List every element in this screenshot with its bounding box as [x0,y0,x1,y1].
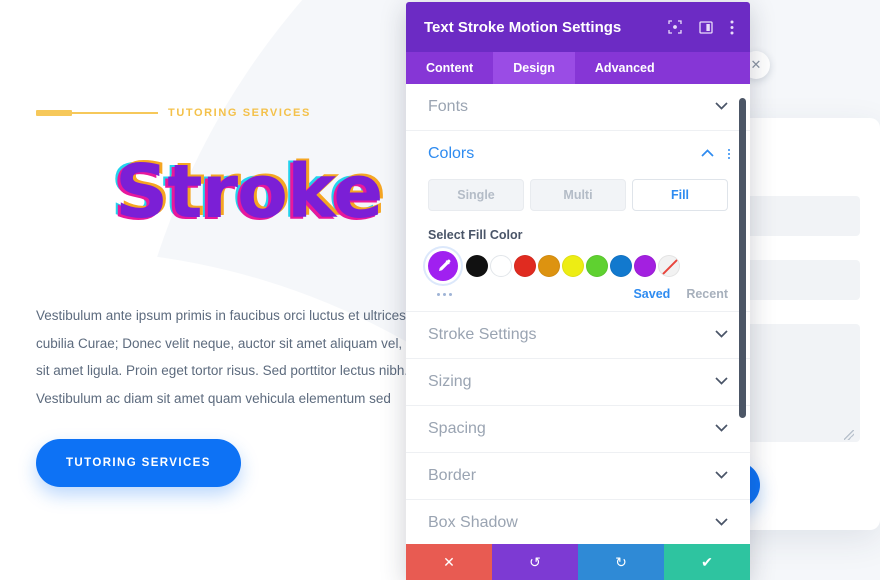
more-colors-icon[interactable] [428,292,452,296]
color-mode-toggle: Single Multi Fill [428,179,728,211]
cancel-button[interactable]: ✕ [406,544,492,580]
section-sizing[interactable]: Sizing [406,359,750,406]
eyebrow-bar-icon [36,110,72,116]
check-icon: ✔ [701,553,713,570]
paragraph-line: Vestibulum ac diam sit amet quam vehicul… [36,391,391,407]
swatch-orange[interactable] [538,255,560,277]
paragraph-line: Vestibulum ante ipsum primis in faucibus… [36,308,459,323]
modal-body: Fonts Colors Single Multi Fill Select Fi… [406,84,750,544]
chevron-down-icon [715,329,728,341]
swatch-blue[interactable] [610,255,632,277]
section-border[interactable]: Border [406,453,750,500]
section-spacing-label: Spacing [428,420,486,437]
more-vertical-icon[interactable] [730,20,734,35]
eyebrow-label: TUTORING SERVICES [168,107,311,119]
swatch-green[interactable] [586,255,608,277]
chevron-down-icon [715,376,728,388]
paragraph-line: sit amet ligula. Proin eget tortor risus… [36,363,409,379]
section-box-shadow[interactable]: Box Shadow [406,500,750,544]
page-title: Stroke Stroke Stroke Stroke [36,147,456,268]
page-title-layer-purple: Stroke [115,149,383,235]
color-mode-single[interactable]: Single [428,179,524,211]
close-icon: ✕ [443,553,455,570]
swatch-links: Saved Recent [633,287,728,301]
color-swatch-row [428,251,728,281]
settings-modal: Text Stroke Motion Settings Content Desi… [406,2,750,580]
chevron-down-icon [715,517,728,529]
tutoring-services-button[interactable]: TUTORING SERVICES [36,438,241,487]
page-content-left: TUTORING SERVICES Stroke Stroke Stroke S… [36,100,477,487]
modal-header-icons [668,20,734,35]
swatch-footer: Saved Recent [428,287,728,301]
fullscreen-icon[interactable] [668,20,682,34]
modal-header: Text Stroke Motion Settings [406,2,750,52]
chevron-down-icon [715,101,728,113]
paragraph-line: cubilia Curae; Donec velit neque, auctor… [36,335,477,351]
swatch-red[interactable] [514,255,536,277]
section-fonts[interactable]: Fonts [406,84,750,131]
eyebrow: TUTORING SERVICES [36,100,456,126]
colors-more-options-icon[interactable] [728,149,730,159]
chevron-down-icon [715,470,728,482]
section-fonts-label: Fonts [428,98,469,115]
layout-split-icon[interactable] [699,20,713,34]
swatch-black[interactable] [466,255,488,277]
tab-advanced[interactable]: Advanced [575,52,675,84]
modal-tabs: Content Design Advanced [406,52,750,84]
redo-button[interactable]: ↻ [578,544,664,580]
screen: TUTORING SERVICES Stroke Stroke Stroke S… [0,0,880,580]
chevron-down-icon [715,423,728,435]
chevron-up-icon[interactable] [701,148,714,160]
modal-footer: ✕ ↺ ↻ ✔ [406,544,750,580]
section-stroke-settings[interactable]: Stroke Settings [406,312,750,359]
tab-design[interactable]: Design [493,52,575,84]
close-icon-glyph: ✕ [750,57,762,72]
section-spacing[interactable]: Spacing [406,406,750,453]
undo-button[interactable]: ↺ [492,544,578,580]
color-mode-fill[interactable]: Fill [632,179,728,211]
swatch-none[interactable] [658,255,680,277]
section-border-label: Border [428,467,477,484]
section-sizing-label: Sizing [428,373,472,390]
modal-scrollbar[interactable] [739,98,746,418]
color-picker-button[interactable] [428,251,458,281]
save-button[interactable]: ✔ [664,544,750,580]
page-paragraph: Vestibulum ante ipsum primis in faucibus… [36,302,477,413]
redo-icon: ↻ [615,553,627,570]
swatch-white[interactable] [490,255,512,277]
modal-title: Text Stroke Motion Settings [424,18,622,36]
swatch-yellow[interactable] [562,255,584,277]
tab-content[interactable]: Content [406,52,493,84]
section-colors-header[interactable]: Colors [406,131,750,177]
color-mode-multi[interactable]: Multi [530,179,626,211]
section-stroke-settings-label: Stroke Settings [428,326,537,343]
section-colors: Colors Single Multi Fill Select Fill Col… [406,131,750,312]
section-box-shadow-label: Box Shadow [428,514,518,531]
eyebrow-line-icon [72,112,158,114]
saved-colors-link[interactable]: Saved [633,287,670,301]
select-fill-color-label: Select Fill Color [428,228,523,242]
undo-icon: ↺ [529,553,541,570]
section-colors-label: Colors [428,145,475,162]
textarea-resize-handle[interactable] [844,430,854,440]
recent-colors-link[interactable]: Recent [686,287,728,301]
swatch-purple[interactable] [634,255,656,277]
